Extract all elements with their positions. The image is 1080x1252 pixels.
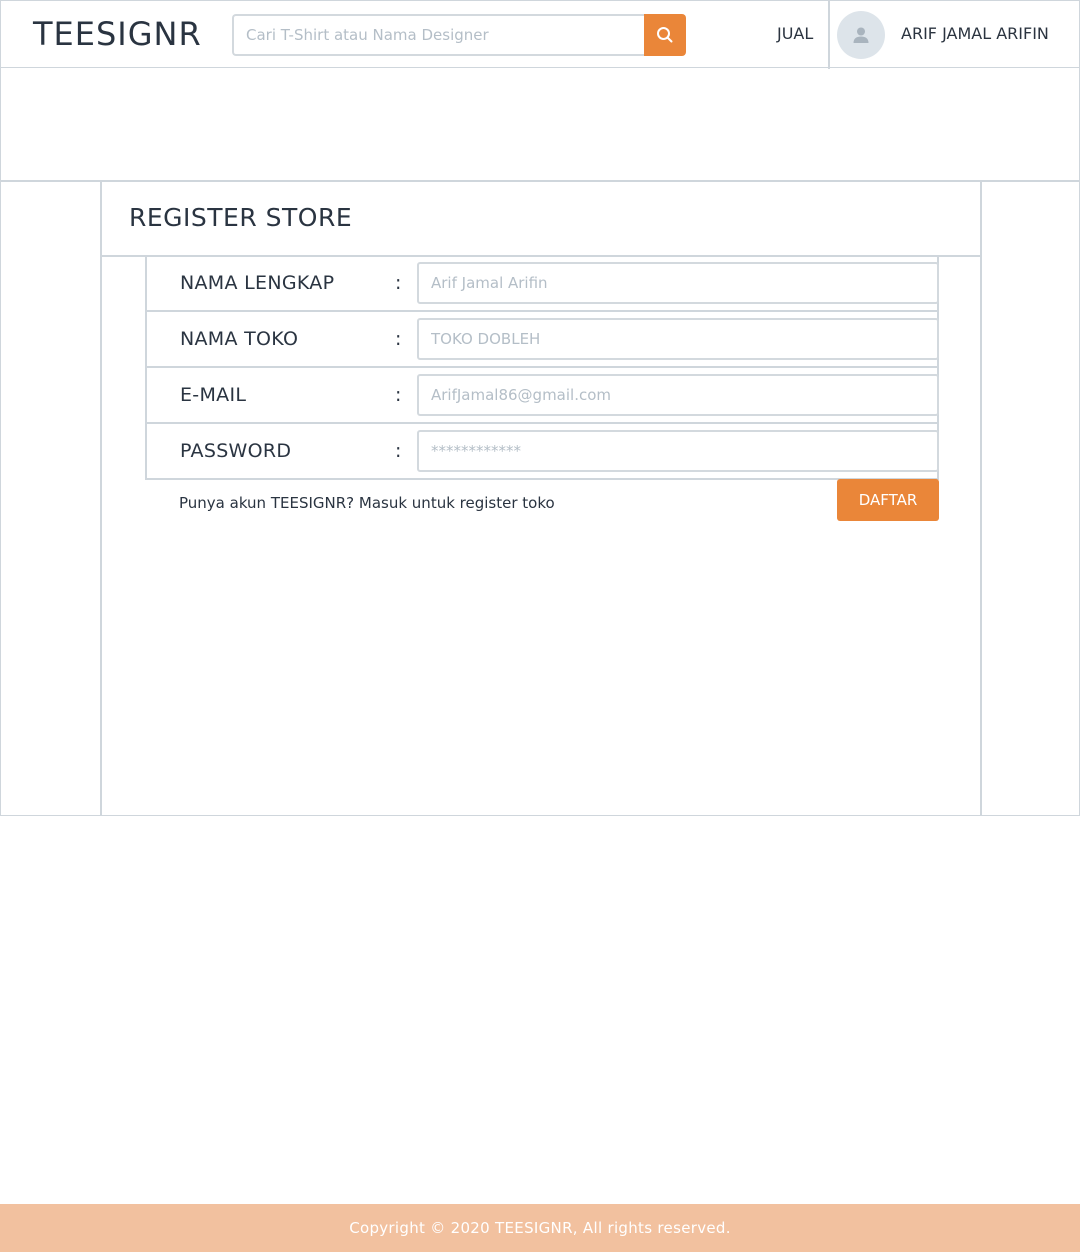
register-form: NAMA LENGKAP : NAMA TOKO : E-MAIL : PASS… — [145, 256, 939, 480]
form-row-email: E-MAIL : — [147, 368, 939, 424]
title-bar: REGISTER STORE — [102, 180, 980, 257]
search-button[interactable] — [644, 14, 686, 56]
field-separator: : — [395, 384, 402, 406]
sell-link[interactable]: JUAL — [777, 24, 813, 43]
email-input[interactable] — [417, 374, 939, 416]
form-row-store-name: NAMA TOKO : — [147, 312, 939, 368]
header-divider — [828, 1, 830, 69]
password-input[interactable] — [417, 430, 939, 472]
store-name-label: NAMA TOKO — [180, 328, 299, 350]
field-separator: : — [395, 440, 402, 462]
main-wrapper: REGISTER STORE NAMA LENGKAP : NAMA TOKO … — [0, 180, 1080, 816]
register-button[interactable]: DAFTAR — [837, 479, 939, 521]
form-row-full-name: NAMA LENGKAP : — [147, 256, 939, 312]
brand-logo[interactable]: TEESIGNR — [33, 15, 202, 53]
email-label: E-MAIL — [180, 384, 247, 406]
search-icon — [657, 27, 673, 43]
avatar[interactable] — [837, 11, 885, 59]
copyright-text: Copyright © 2020 TEESIGNR, All rights re… — [349, 1219, 731, 1237]
top-navbar: TEESIGNR JUAL ARIF JAMAL ARIFIN — [0, 0, 1080, 69]
search-input[interactable] — [232, 14, 645, 56]
full-name-label: NAMA LENGKAP — [180, 272, 335, 294]
search-bar — [232, 14, 686, 56]
footer: Copyright © 2020 TEESIGNR, All rights re… — [0, 1204, 1080, 1252]
form-row-password: PASSWORD : — [147, 424, 939, 480]
user-name[interactable]: ARIF JAMAL ARIFIN — [901, 24, 1049, 43]
register-store-panel: REGISTER STORE NAMA LENGKAP : NAMA TOKO … — [100, 180, 982, 816]
page-title: REGISTER STORE — [129, 203, 353, 232]
field-separator: : — [395, 328, 402, 350]
banner-area — [0, 67, 1080, 181]
field-separator: : — [395, 272, 402, 294]
user-icon — [853, 27, 869, 43]
password-label: PASSWORD — [180, 440, 292, 462]
store-name-input[interactable] — [417, 318, 939, 360]
login-prompt-link[interactable]: Punya akun TEESIGNR? Masuk untuk registe… — [179, 494, 555, 512]
full-name-input[interactable] — [417, 262, 939, 304]
